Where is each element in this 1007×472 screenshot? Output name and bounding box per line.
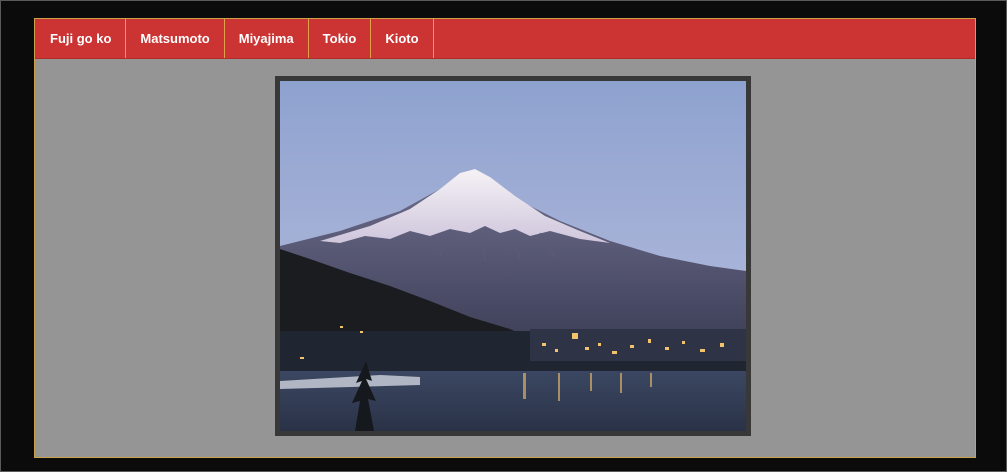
page-container: Fuji go ko Matsumoto Miyajima Tokio Kiot… <box>34 18 976 458</box>
nav-item-matsumoto[interactable]: Matsumoto <box>126 19 225 58</box>
photo-frame <box>275 76 751 436</box>
nav-item-tokio[interactable]: Tokio <box>309 19 372 58</box>
top-navigation: Fuji go ko Matsumoto Miyajima Tokio Kiot… <box>35 19 975 59</box>
mount-fuji-photo <box>280 81 746 431</box>
nav-item-fuji-go-ko[interactable]: Fuji go ko <box>35 19 127 58</box>
nav-item-kioto[interactable]: Kioto <box>371 19 434 58</box>
nav-item-miyajima[interactable]: Miyajima <box>225 19 309 58</box>
